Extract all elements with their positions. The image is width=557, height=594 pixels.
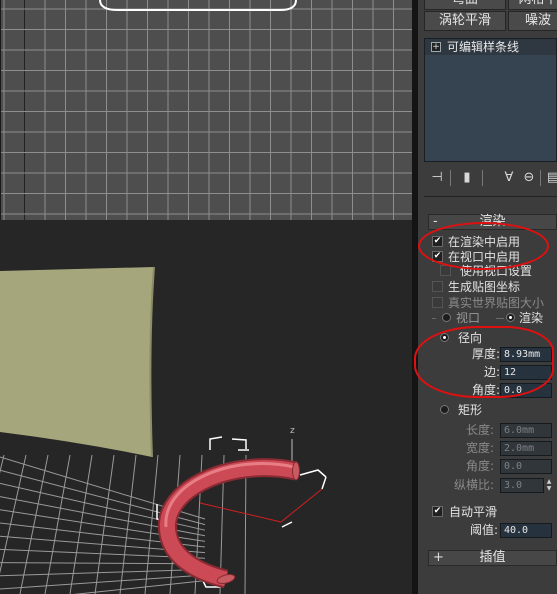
modifier-button-meshsmooth[interactable]: 网格平 [508,0,557,10]
width-label: 宽度: [465,441,494,455]
radio-unselected[interactable] [440,405,449,414]
pin-stack-icon[interactable]: ⊣ [428,169,446,187]
modifier-stack-list[interactable]: + 可编辑样条线 [424,38,557,162]
checkbox-unchecked[interactable] [440,265,451,276]
make-unique-icon[interactable]: ∀ [500,169,518,187]
rollout-rendering-title: 渲染 [479,214,506,229]
command-panel: 弯曲 网格平 涡轮平滑 噪波 + 可编辑样条线 ⊣ ▮ ∀ ⊖ ▤ - 渲染 ✔… [418,0,557,594]
stack-item-label: 可编辑样条线 [447,40,520,54]
radio-selected[interactable] [506,313,515,322]
sides-field[interactable]: 12 [500,365,552,380]
thickness-label: 厚度: [471,347,500,361]
rollout-interpolation-header[interactable]: + 插值 [428,550,557,566]
length-field[interactable]: 6.0mm [500,423,552,438]
length-label: 长度: [465,423,494,437]
sides-label: 边: [483,365,500,379]
modifier-button-turbosmooth[interactable]: 涡轮平滑 [424,11,506,31]
stack-item-editable-spline[interactable]: + 可编辑样条线 [425,39,556,55]
thickness-field[interactable]: 8.93mm [500,347,552,362]
bounding-edges [199,488,323,523]
width-field[interactable]: 2.0mm [500,441,552,456]
aspect-field[interactable]: 3.0 [500,478,544,493]
remove-modifier-icon[interactable]: ⊖ [520,169,538,187]
stack-toolbar: ⊣ ▮ ∀ ⊖ ▤ [424,167,557,189]
rollout-rendering-header[interactable]: - 渲染 [428,214,557,230]
modifier-button-noise[interactable]: 噪波 [508,11,557,31]
modifier-button-bend[interactable]: 弯曲 [424,0,506,10]
radio-selected[interactable] [440,333,449,342]
top-viewport-grid [0,0,416,220]
checkbox-checked[interactable]: ✔ [432,251,443,262]
rect-angle-label: 角度: [465,459,494,473]
z-axis-label: z [290,426,295,436]
checkbox-unchecked[interactable] [432,281,443,292]
radial-angle-label: 角度: [471,383,500,397]
perspective-scene: z [0,266,327,594]
shape-plane [0,267,154,457]
radio-unselected[interactable] [442,313,451,322]
show-end-result-icon[interactable]: ▮ [458,169,476,187]
perspective-viewport[interactable]: z [0,227,416,594]
expand-icon[interactable]: + [431,42,441,52]
checkbox-checked[interactable]: ✔ [432,236,443,247]
configure-sets-icon[interactable]: ▤ [544,169,557,187]
rollout-interpolation-title: 插值 [479,550,506,565]
checkbox-unchecked[interactable] [432,297,443,308]
aspect-label: 纵横比: [453,478,494,492]
aspect-spinner[interactable]: ▲ ▼ [545,478,553,493]
renderable-spline-tube [157,458,300,589]
checkbox-checked[interactable]: ✔ [432,506,443,517]
divider [424,196,557,197]
radial-angle-field[interactable]: 0.0 [500,383,552,398]
threshold-label: 阈值: [469,523,498,537]
rect-angle-field[interactable]: 0.0 [500,459,552,474]
top-viewport[interactable] [0,0,416,220]
threshold-field[interactable]: 40.0 [500,523,552,538]
viewport-divider[interactable] [0,220,416,227]
